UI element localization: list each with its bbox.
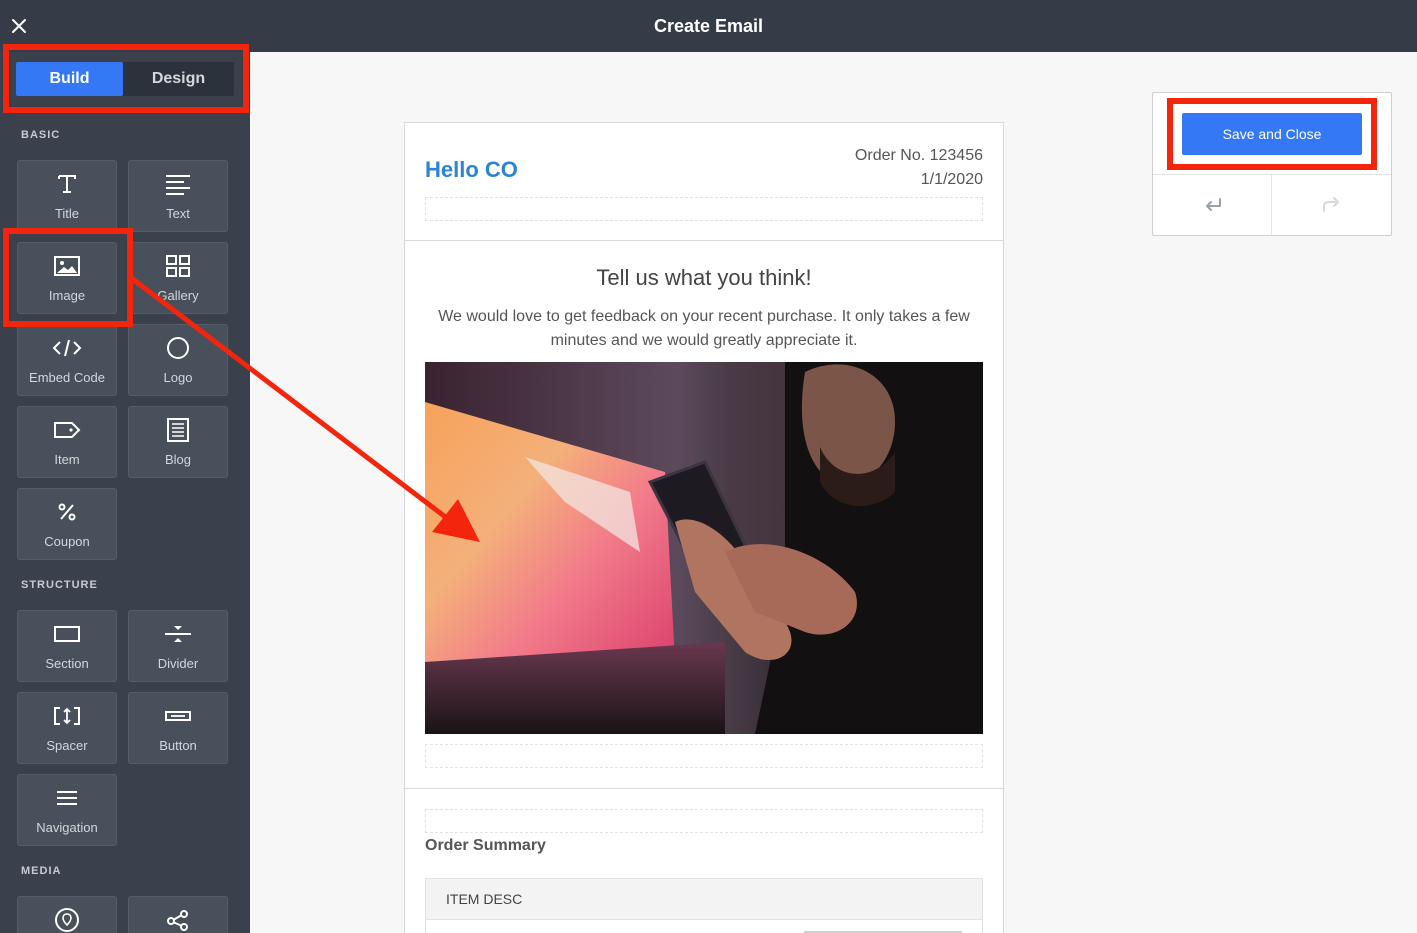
actions-panel: Save and Close: [1152, 92, 1392, 236]
feedback-body[interactable]: We would love to get feedback on your re…: [429, 305, 979, 353]
empty-block-placeholder[interactable]: [425, 744, 983, 768]
logo-icon: [129, 335, 227, 361]
table-header-item-desc: ITEM DESC: [426, 879, 982, 920]
code-icon: [18, 335, 116, 361]
share-icon: [129, 907, 227, 933]
tab-design[interactable]: Design: [123, 62, 234, 96]
order-date[interactable]: 1/1/2020: [921, 171, 983, 189]
tile-gallery[interactable]: Gallery: [128, 242, 228, 314]
tile-coupon[interactable]: Coupon: [17, 488, 117, 560]
tile-label: Text: [166, 206, 190, 221]
tile-label: Logo: [163, 370, 193, 385]
tile-button[interactable]: Button: [128, 692, 228, 764]
button-icon: [129, 703, 227, 729]
percent-icon: [18, 499, 116, 525]
tile-label: Embed Code: [29, 370, 105, 385]
save-and-close-button[interactable]: Save and Close: [1182, 113, 1362, 155]
image-icon: [18, 253, 116, 279]
tag-icon: [18, 417, 116, 443]
page-title: Create Email: [653, 16, 764, 36]
order-summary-table[interactable]: ITEM DESC: [425, 878, 983, 933]
tile-label: Image: [48, 288, 86, 303]
tile-label: Gallery: [157, 288, 199, 303]
mode-tabs: Build Design: [16, 62, 234, 96]
email-greeting[interactable]: Hello CO: [425, 157, 518, 183]
tile-item[interactable]: Item: [17, 406, 117, 478]
tile-image[interactable]: Image: [17, 242, 117, 314]
feedback-title[interactable]: Tell us what you think!: [405, 265, 1003, 291]
tile-label: Blog: [164, 452, 192, 467]
text-icon: [129, 171, 227, 197]
tile-spacer[interactable]: Spacer: [17, 692, 117, 764]
tile-section[interactable]: Section: [17, 610, 117, 682]
blog-icon: [129, 417, 227, 443]
tile-label: Divider: [157, 656, 199, 671]
gallery-icon: [129, 253, 227, 279]
email-image[interactable]: [425, 362, 983, 734]
order-number[interactable]: Order No. 123456: [855, 147, 983, 165]
tile-map[interactable]: [17, 896, 117, 933]
section-label-media: MEDIA: [21, 865, 62, 877]
section-label-structure: STRUCTURE: [21, 579, 98, 591]
order-summary-title[interactable]: Order Summary: [425, 837, 546, 855]
tile-label: Coupon: [44, 534, 90, 549]
tile-label: Navigation: [36, 820, 98, 835]
section-separator: [405, 240, 1003, 241]
spacer-icon: [18, 703, 116, 729]
tile-embed-code[interactable]: Embed Code: [17, 324, 117, 396]
tile-social[interactable]: [128, 896, 228, 933]
section-icon: [18, 621, 116, 647]
map-pin-icon: [18, 907, 116, 933]
tile-label: Spacer: [46, 738, 88, 753]
redo-icon[interactable]: [1319, 193, 1343, 217]
tile-label: Item: [54, 452, 80, 467]
title-icon: [18, 171, 116, 197]
empty-block-placeholder[interactable]: [425, 197, 983, 221]
tile-title[interactable]: Title: [17, 160, 117, 232]
tab-build[interactable]: Build: [16, 62, 123, 96]
panel-divider: [1271, 175, 1272, 235]
tile-label: Button: [159, 738, 197, 753]
tile-label: Title: [54, 206, 80, 221]
top-bar: Create Email: [0, 0, 1417, 52]
tile-blog[interactable]: Blog: [128, 406, 228, 478]
tile-label: Section: [45, 656, 89, 671]
section-separator: [405, 788, 1003, 789]
tile-navigation[interactable]: Navigation: [17, 774, 117, 846]
tile-text[interactable]: Text: [128, 160, 228, 232]
sidebar: Build Design BASIC Title Text Image Gall…: [0, 52, 250, 933]
undo-icon[interactable]: [1201, 193, 1225, 217]
menu-icon: [18, 785, 116, 811]
tile-logo[interactable]: Logo: [128, 324, 228, 396]
panel-divider: [1153, 174, 1391, 175]
email-canvas: Hello CO Order No. 123456 1/1/2020 Tell …: [404, 122, 1004, 933]
divider-icon: [129, 621, 227, 647]
empty-block-placeholder[interactable]: [425, 809, 983, 833]
tile-divider[interactable]: Divider: [128, 610, 228, 682]
section-label-basic: BASIC: [21, 129, 61, 141]
